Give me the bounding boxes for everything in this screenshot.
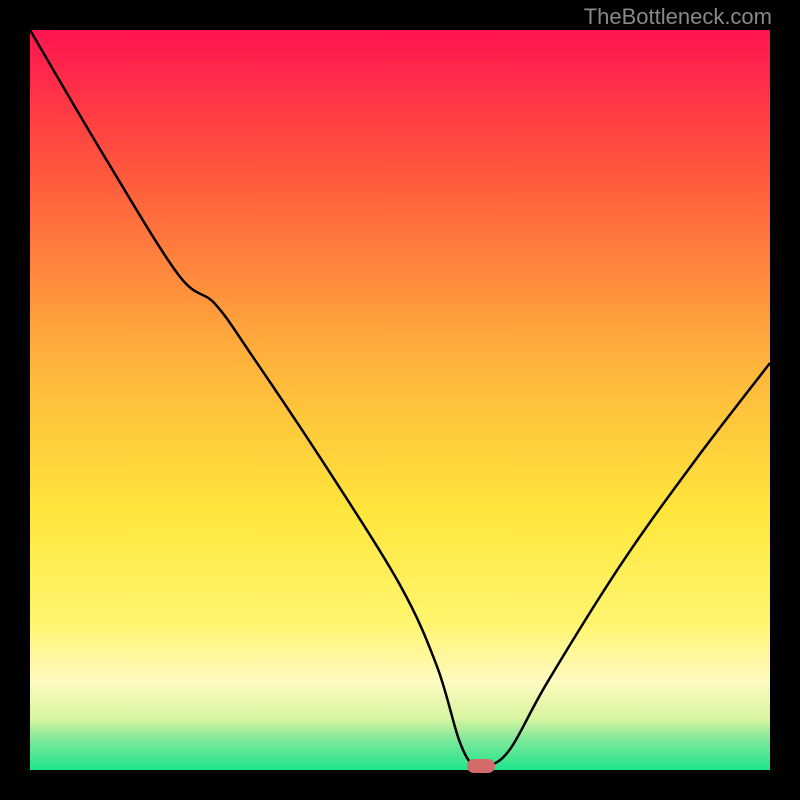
- bottleneck-curve: [30, 30, 770, 770]
- plot-area: [30, 30, 770, 770]
- optimal-marker: [467, 759, 495, 773]
- watermark-text: TheBottleneck.com: [584, 4, 772, 30]
